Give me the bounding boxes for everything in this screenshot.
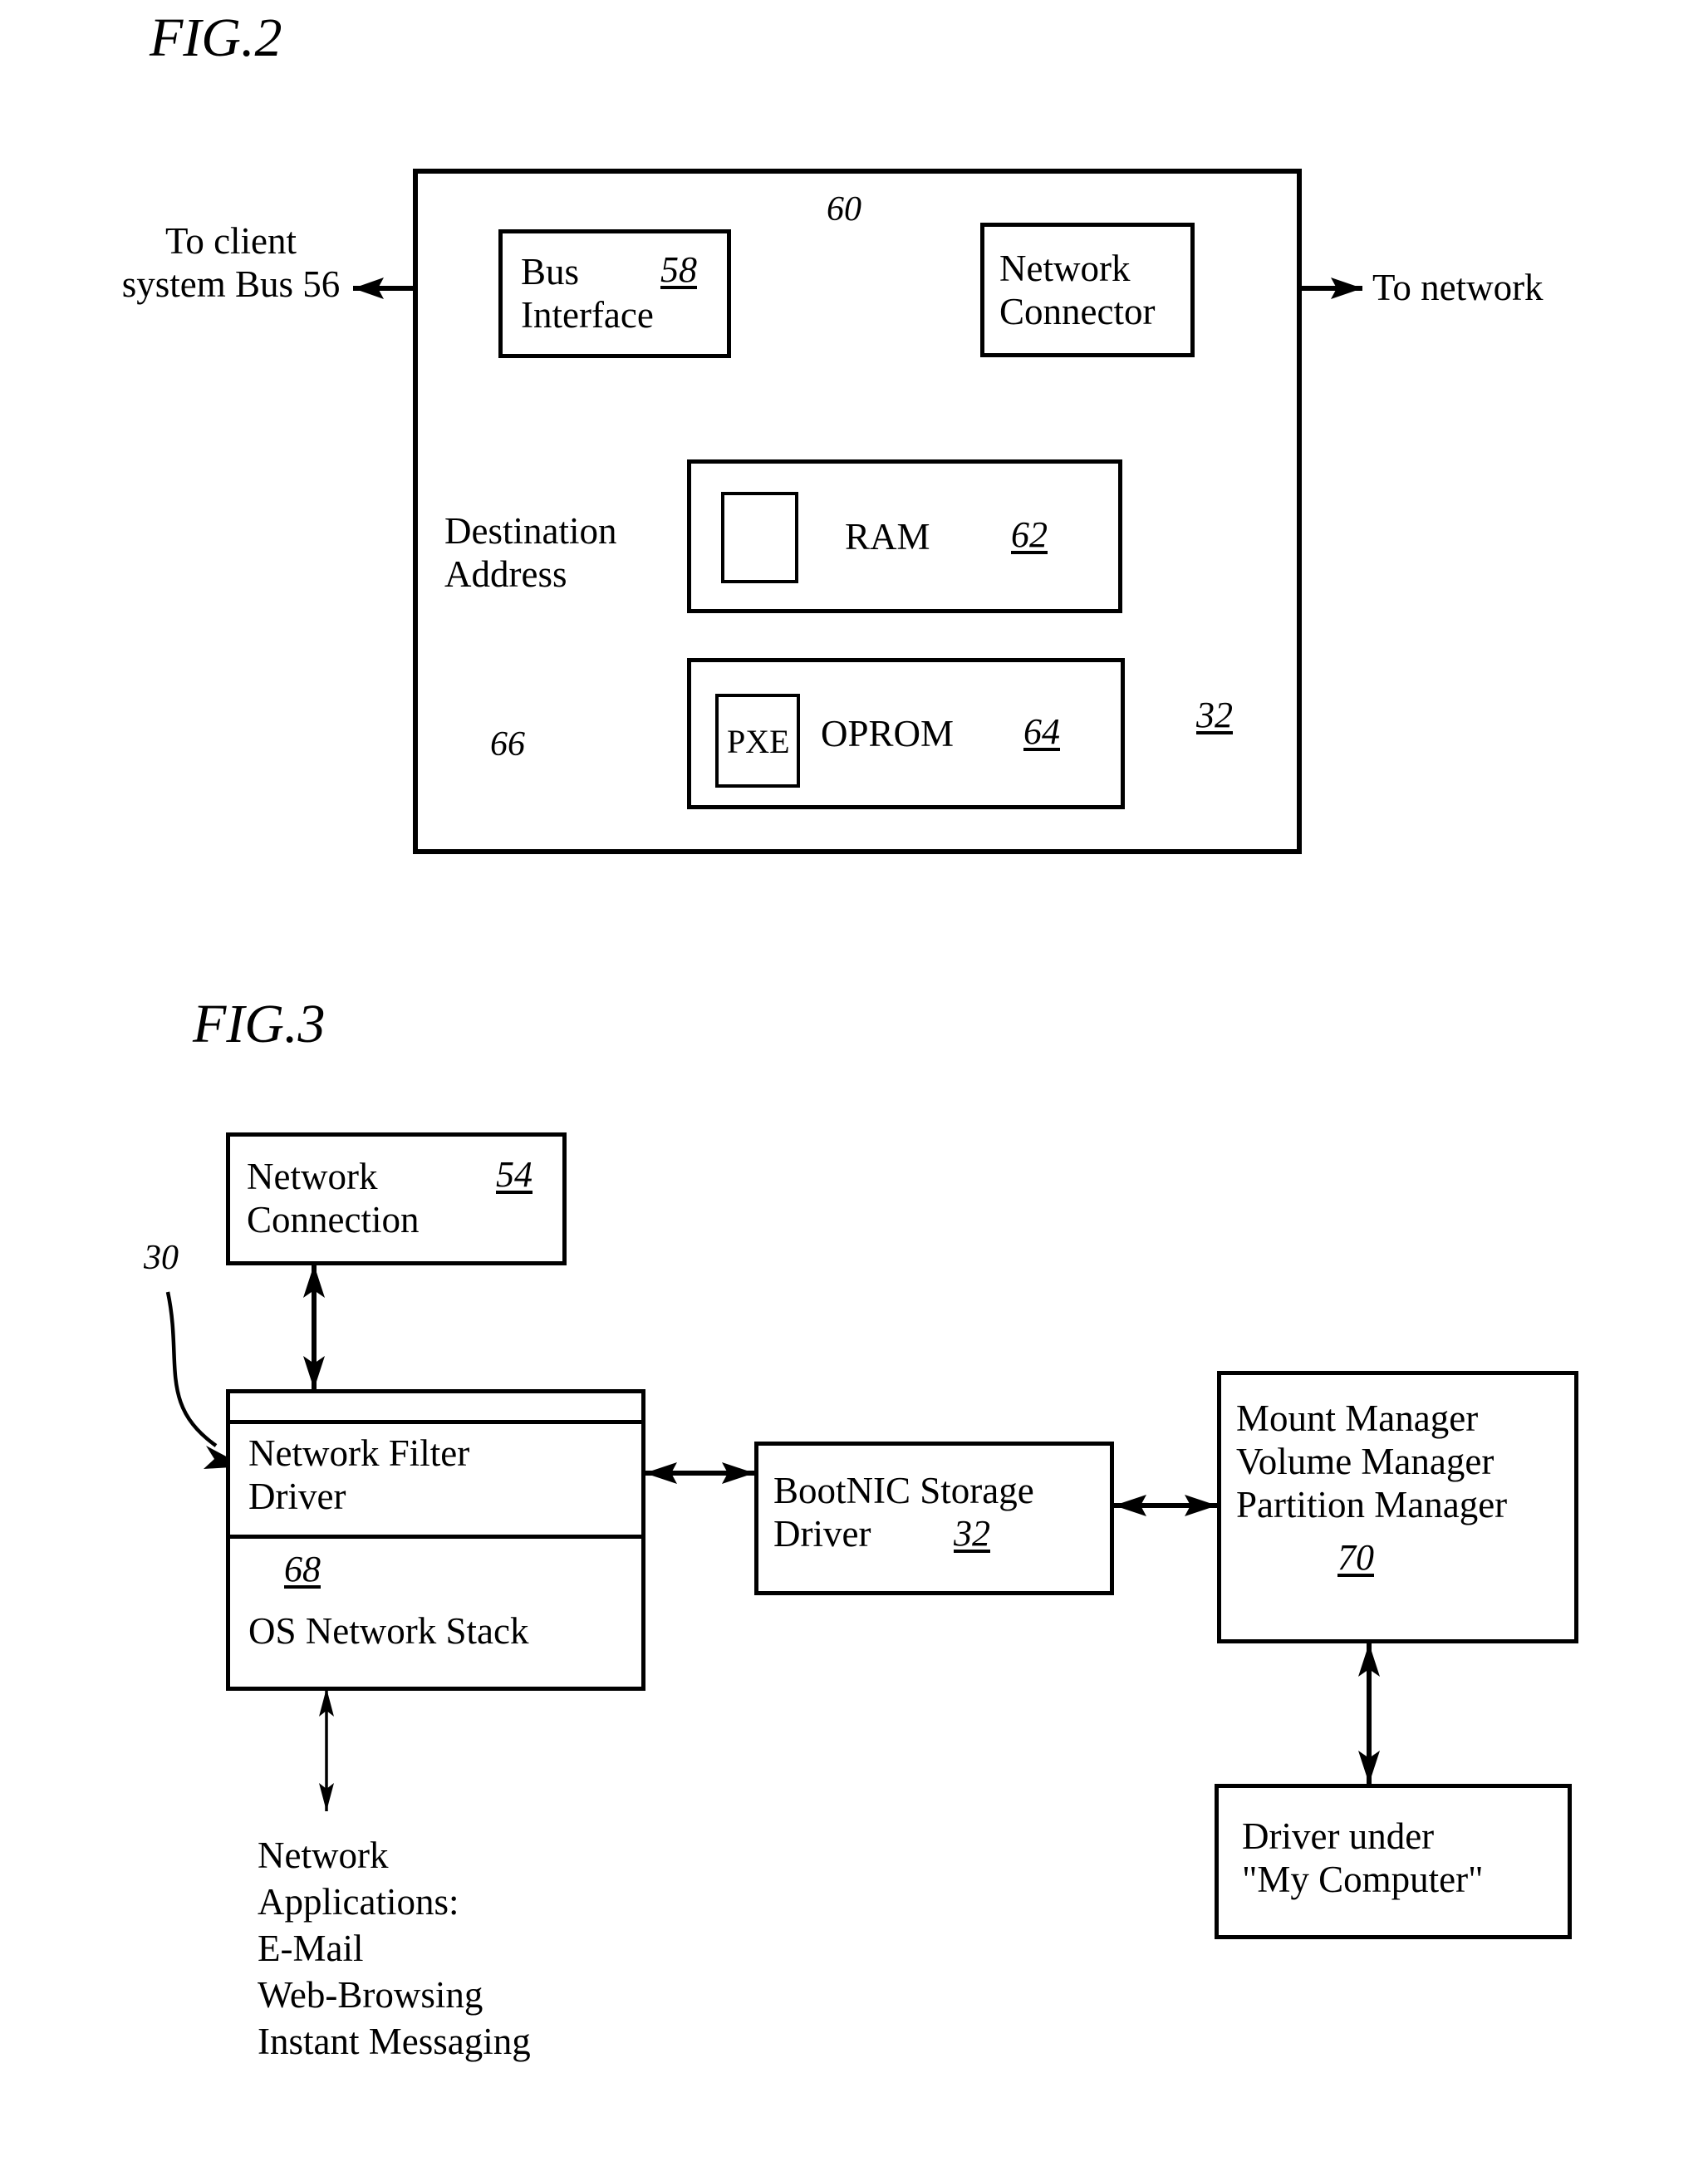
driver-my-computer-box: Driver under "My Computer" bbox=[1215, 1784, 1572, 1939]
arrow-connection-filter bbox=[303, 1265, 325, 1389]
driver-my-computer-label: Driver under "My Computer" bbox=[1242, 1815, 1484, 1900]
arrow-bootnic-managers bbox=[1114, 1495, 1217, 1516]
bus-interface-box: Bus Interface 58 bbox=[498, 229, 731, 358]
patent-drawing-sheet: FIG.2 To client system Bus 56 To network… bbox=[0, 0, 1708, 2176]
pxe-block: PXE bbox=[715, 694, 800, 788]
network-connector-label: Network Connector bbox=[999, 248, 1156, 332]
stack-divider-mid bbox=[230, 1535, 641, 1539]
os-network-stack-ref: 68 bbox=[284, 1549, 321, 1589]
ref-leader-66: 66 bbox=[490, 725, 525, 764]
figure-2-title: FIG.2 bbox=[150, 7, 282, 68]
os-network-stack-label: OS Network Stack bbox=[248, 1610, 529, 1652]
oprom-ref: 64 bbox=[1023, 711, 1060, 752]
managers-ref: 70 bbox=[1337, 1537, 1374, 1578]
network-stack-outer-box: Network Filter Driver 68 OS Network Stac… bbox=[226, 1389, 645, 1691]
ram-ref: 62 bbox=[1011, 514, 1048, 555]
managers-box: Mount Manager Volume Manager Partition M… bbox=[1217, 1371, 1578, 1643]
network-filter-driver-label: Network Filter Driver bbox=[248, 1432, 470, 1517]
ref-leader-30: 30 bbox=[144, 1239, 179, 1277]
managers-label: Mount Manager Volume Manager Partition M… bbox=[1236, 1397, 1508, 1525]
network-connection-label: Network Connection bbox=[247, 1156, 420, 1240]
oprom-label: OPROM bbox=[821, 713, 955, 754]
arrow-filter-bootnic bbox=[645, 1462, 754, 1484]
ram-label: RAM bbox=[845, 516, 930, 558]
bootnic-storage-driver-label: BootNIC Storage Driver bbox=[773, 1470, 1034, 1555]
bootnic-storage-driver-box: BootNIC Storage Driver 32 bbox=[754, 1442, 1114, 1595]
figure-3-title: FIG.3 bbox=[193, 994, 326, 1054]
network-connection-ref: 54 bbox=[496, 1154, 533, 1195]
network-connector-box: Network Connector bbox=[980, 223, 1195, 357]
bus-interface-ref: 58 bbox=[660, 249, 697, 290]
pxe-label: PXE bbox=[727, 723, 790, 760]
oprom-box: PXE OPROM 64 bbox=[687, 658, 1125, 809]
to-network-label: To network bbox=[1372, 267, 1544, 308]
bus-interface-label: Bus Interface bbox=[521, 251, 654, 336]
ref-leader-60: 60 bbox=[827, 190, 861, 228]
to-client-bus-label: To client system Bus 56 bbox=[121, 220, 341, 305]
network-applications-label: Network Applications: E-Mail Web-Browsin… bbox=[258, 1835, 531, 2062]
stack-divider-top bbox=[230, 1420, 641, 1424]
destination-address-slot bbox=[721, 492, 798, 583]
nic-enclosure-ref: 32 bbox=[1196, 695, 1233, 735]
bootnic-storage-driver-ref: 32 bbox=[954, 1513, 990, 1554]
network-connection-box: Network Connection 54 bbox=[226, 1132, 567, 1265]
arrow-stack-applications bbox=[319, 1688, 334, 1811]
arrow-managers-driver bbox=[1358, 1643, 1380, 1784]
ram-box: RAM 62 bbox=[687, 459, 1122, 613]
destination-address-label: Destination Address bbox=[444, 510, 617, 595]
